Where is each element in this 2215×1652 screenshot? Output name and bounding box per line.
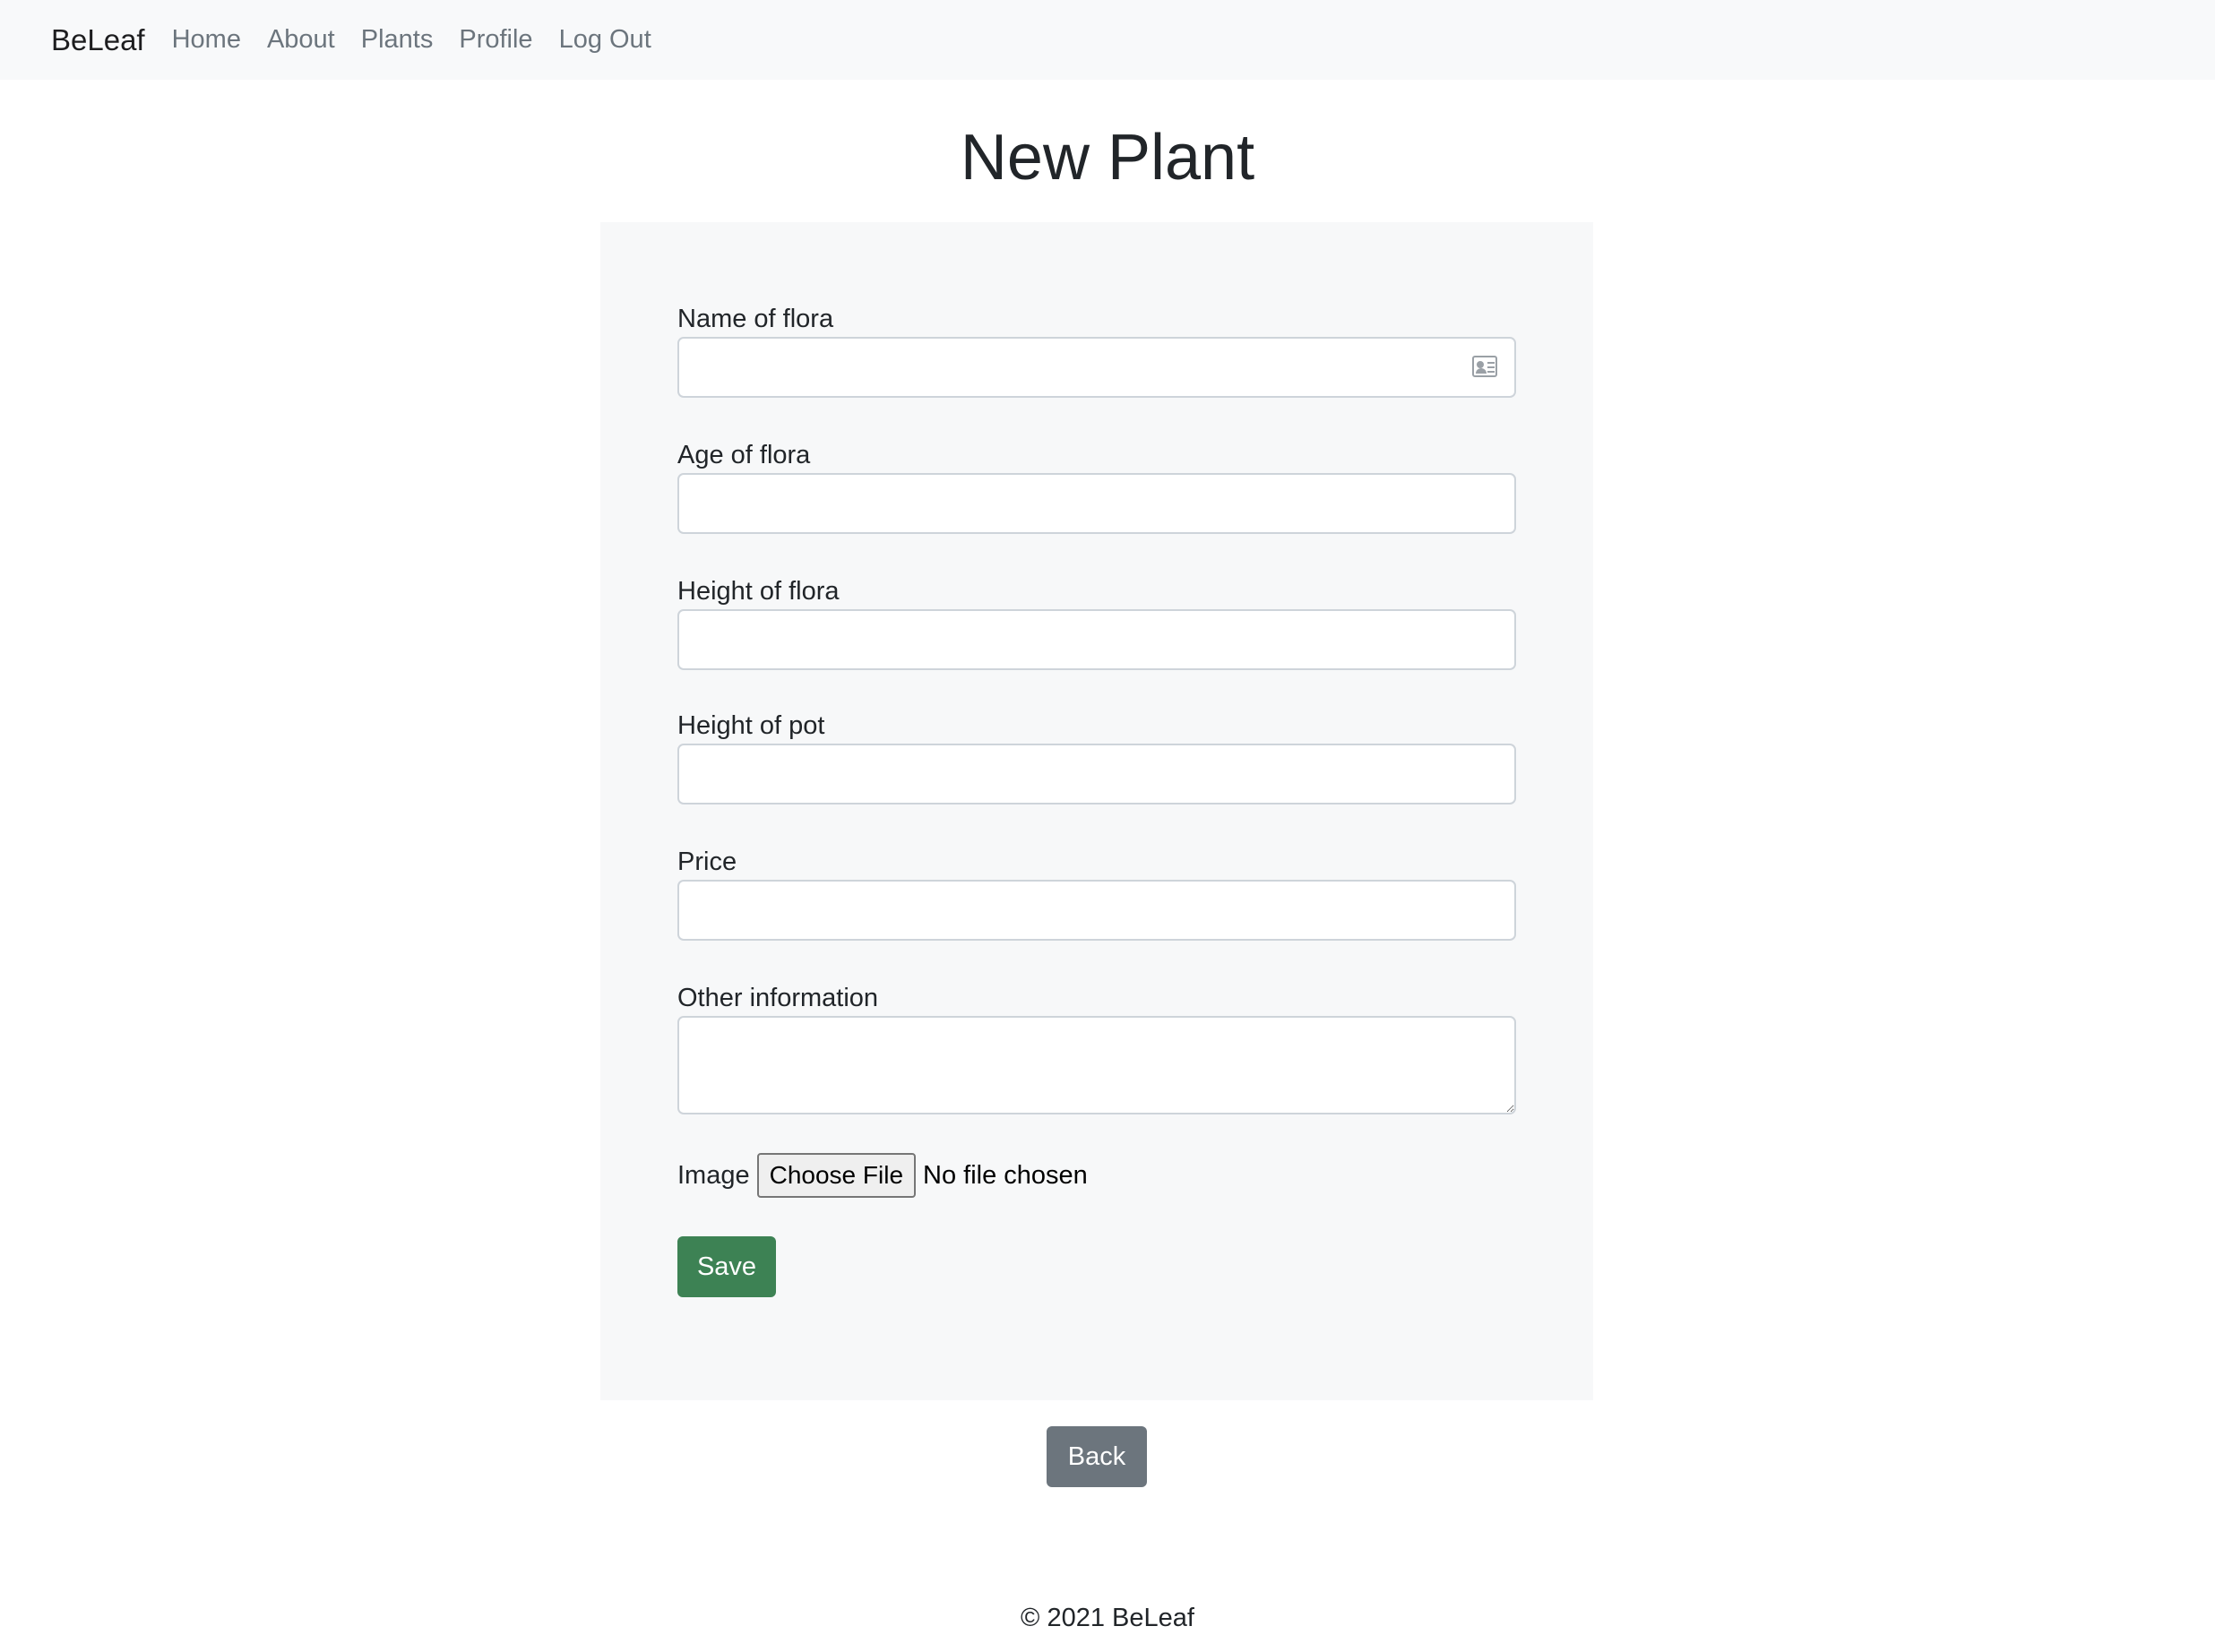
height-flora-label: Height of flora: [677, 577, 840, 606]
contact-card-icon[interactable]: [1472, 356, 1497, 377]
nav-link-about[interactable]: About: [267, 25, 335, 55]
price-input[interactable]: [677, 880, 1516, 941]
price-label: Price: [677, 848, 737, 876]
page-title: New Plant: [960, 122, 1255, 194]
image-upload-row: Image Choose File No file chosen: [677, 1152, 1088, 1199]
other-info-textarea[interactable]: [677, 1016, 1516, 1114]
file-status: No file chosen: [923, 1160, 1088, 1190]
height-flora-input[interactable]: [677, 609, 1516, 670]
footer-copyright: © 2021 BeLeaf: [1021, 1604, 1194, 1632]
height-pot-input[interactable]: [677, 744, 1516, 804]
brand-logo[interactable]: BeLeaf: [51, 23, 145, 57]
back-button[interactable]: Back: [1047, 1426, 1147, 1487]
age-label: Age of flora: [677, 441, 811, 469]
nav-link-profile[interactable]: Profile: [459, 25, 532, 55]
nav-link-logout[interactable]: Log Out: [559, 25, 651, 55]
image-label: Image: [677, 1160, 750, 1190]
new-plant-form: Name of flora Age of flora Height of flo…: [600, 222, 1593, 1400]
other-info-label: Other information: [677, 984, 879, 1012]
choose-file-button[interactable]: Choose File: [756, 1153, 917, 1198]
save-button[interactable]: Save: [677, 1236, 776, 1297]
name-label: Name of flora: [677, 305, 834, 333]
name-input[interactable]: [677, 337, 1516, 398]
navbar: BeLeaf Home About Plants Profile Log Out: [0, 0, 2215, 80]
nav-link-home[interactable]: Home: [172, 25, 241, 55]
nav-link-plants[interactable]: Plants: [361, 25, 434, 55]
age-input[interactable]: [677, 473, 1516, 534]
height-pot-label: Height of pot: [677, 711, 825, 740]
